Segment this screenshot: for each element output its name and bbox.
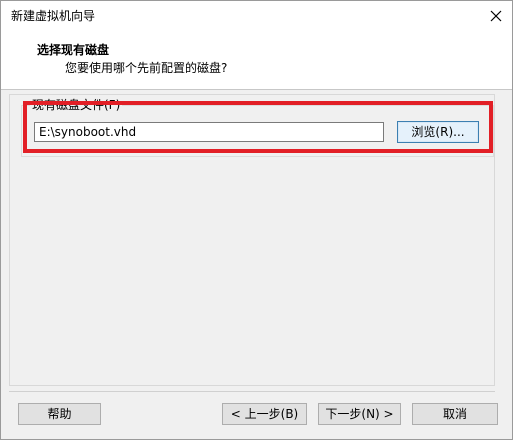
back-button[interactable]: < 上一步(B) bbox=[222, 403, 307, 425]
close-icon bbox=[490, 10, 502, 22]
wizard-body: 现有磁盘文件(F) 浏览(R)... 帮助 < 上一步(B) 下一步(N) > … bbox=[1, 90, 512, 439]
existing-disk-group: 现有磁盘文件(F) 浏览(R)... bbox=[21, 98, 494, 157]
title-bar: 新建虚拟机向导 bbox=[1, 1, 512, 31]
help-button[interactable]: 帮助 bbox=[18, 403, 101, 425]
window-title: 新建虚拟机向导 bbox=[11, 9, 96, 23]
browse-button[interactable]: 浏览(R)... bbox=[397, 121, 479, 143]
disk-path-input[interactable] bbox=[34, 122, 384, 142]
page-title: 选择现有磁盘 bbox=[37, 43, 110, 57]
wizard-header: 选择现有磁盘 您要使用哪个先前配置的磁盘? bbox=[1, 31, 512, 89]
page-subtitle: 您要使用哪个先前配置的磁盘? bbox=[65, 61, 228, 75]
cancel-button[interactable]: 取消 bbox=[412, 403, 498, 425]
footer-divider bbox=[9, 391, 495, 392]
close-button[interactable] bbox=[478, 1, 512, 31]
new-vm-wizard-window: 新建虚拟机向导 选择现有磁盘 您要使用哪个先前配置的磁盘? 现有磁盘文件(F) … bbox=[0, 0, 513, 440]
next-button[interactable]: 下一步(N) > bbox=[318, 403, 401, 425]
existing-disk-label: 现有磁盘文件(F) bbox=[30, 98, 123, 112]
